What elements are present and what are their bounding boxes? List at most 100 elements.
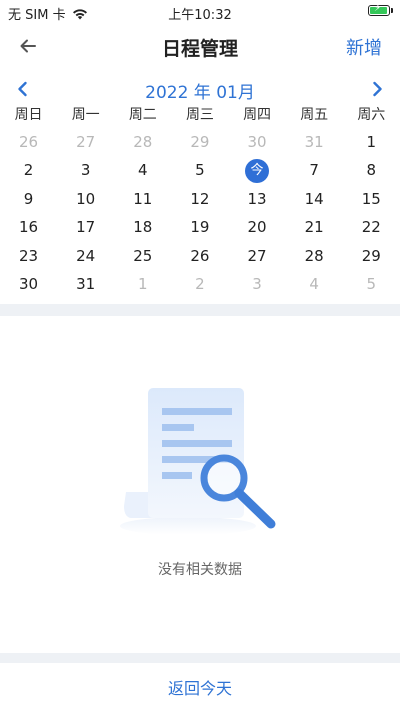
calendar-day-today[interactable]: 今	[229, 156, 286, 184]
day-number: 27	[247, 246, 267, 265]
day-number: 15	[361, 189, 381, 208]
calendar-day[interactable]: 22	[343, 213, 400, 241]
calendar-day[interactable]: 27	[229, 242, 286, 270]
day-number: 19	[190, 218, 210, 237]
calendar-day[interactable]: 30	[0, 270, 57, 298]
day-number: 21	[304, 218, 324, 237]
section-divider	[0, 304, 400, 316]
day-number: 2	[23, 161, 34, 180]
week-row: 23 24 25 26 27 28 29	[0, 242, 400, 270]
calendar-day[interactable]: 28	[114, 128, 171, 156]
day-number: 25	[133, 246, 153, 265]
weekday-label: 周三	[185, 107, 214, 123]
calendar-day[interactable]: 29	[171, 128, 228, 156]
calendar-day[interactable]: 8	[343, 156, 400, 184]
day-number: 4	[309, 274, 319, 293]
calendar-day[interactable]: 31	[286, 128, 343, 156]
nav-bar: 日程管理 新增	[0, 24, 400, 68]
day-number: 7	[309, 161, 319, 180]
month-selector: 2022 年 01月	[0, 76, 400, 103]
calendar-day[interactable]: 1	[114, 270, 171, 298]
day-number: 5	[195, 161, 205, 180]
week-row: 9 10 11 12 13 14 15	[0, 185, 400, 213]
status-time: 上午10:32	[168, 8, 232, 23]
day-number: 28	[133, 133, 153, 151]
weekday-label: 周日	[14, 107, 43, 123]
week-row: 26 27 28 29 30 31 1	[0, 128, 400, 156]
calendar-day[interactable]: 16	[0, 213, 57, 241]
calendar-day[interactable]: 15	[343, 185, 400, 213]
calendar-day[interactable]: 7	[286, 156, 343, 184]
calendar-day[interactable]: 27	[57, 128, 114, 156]
day-number: 23	[19, 246, 39, 265]
calendar-day[interactable]: 4	[286, 270, 343, 298]
day-number: 28	[304, 246, 324, 265]
calendar-day[interactable]: 19	[171, 213, 228, 241]
weekday-label: 周六	[357, 107, 386, 123]
calendar-day[interactable]: 26	[171, 242, 228, 270]
empty-state-message: 没有相关数据	[158, 562, 242, 578]
week-row: 30 31 1 2 3 4 5	[0, 270, 400, 298]
calendar-day[interactable]: 23	[0, 242, 57, 270]
day-number: 31	[304, 133, 324, 151]
day-number: 8	[366, 161, 377, 180]
calendar-day[interactable]: 24	[57, 242, 114, 270]
day-number: 31	[76, 274, 96, 293]
calendar-day[interactable]: 12	[171, 185, 228, 213]
day-number: 30	[19, 274, 39, 293]
week-row: 16 17 18 19 20 21 22	[0, 213, 400, 241]
calendar-day[interactable]: 2	[0, 156, 57, 184]
calendar-grid: 26 27 28 29 30 31 1 2 3 4 5 今 7 8 9 10 11 12 13 14 15 16 17 18 1…	[0, 128, 400, 298]
calendar-day[interactable]: 17	[57, 213, 114, 241]
calendar-day[interactable]: 30	[229, 128, 286, 156]
calendar-day[interactable]: 10	[57, 185, 114, 213]
calendar-day[interactable]: 1	[343, 128, 400, 156]
calendar-day[interactable]: 3	[57, 156, 114, 184]
day-number: 2	[195, 274, 205, 293]
day-number: 今	[245, 158, 270, 183]
calendar-day[interactable]: 26	[0, 128, 57, 156]
calendar-day[interactable]: 5	[171, 156, 228, 184]
calendar-day[interactable]: 29	[343, 242, 400, 270]
day-number: 29	[190, 133, 210, 151]
calendar-day[interactable]: 20	[229, 213, 286, 241]
calendar-day[interactable]: 3	[229, 270, 286, 298]
calendar-day[interactable]: 11	[114, 185, 171, 213]
calendar-day[interactable]: 4	[114, 156, 171, 184]
calendar-day[interactable]: 25	[114, 242, 171, 270]
month-label: 2022 年 01月	[145, 83, 255, 103]
day-number: 12	[190, 189, 210, 208]
calendar-day[interactable]: 14	[286, 185, 343, 213]
calendar-day[interactable]: 9	[0, 185, 57, 213]
calendar-day[interactable]: 21	[286, 213, 343, 241]
day-number: 13	[247, 189, 267, 208]
prev-month-button[interactable]	[12, 78, 34, 100]
day-number: 10	[76, 189, 96, 208]
chevron-left-icon	[18, 81, 27, 97]
back-button[interactable]	[14, 32, 42, 60]
calendar-day[interactable]: 2	[171, 270, 228, 298]
day-number: 27	[76, 133, 96, 151]
arrow-left-icon	[20, 39, 36, 53]
day-number: 24	[76, 246, 96, 265]
weekday-label: 周一	[71, 107, 100, 123]
day-number: 9	[23, 189, 34, 208]
weekday-label: 周二	[128, 107, 157, 123]
weekday-label: 周四	[243, 107, 272, 123]
back-to-today-button[interactable]: 返回今天	[0, 675, 400, 699]
day-number: 4	[138, 161, 148, 180]
weekday-label: 周五	[300, 107, 329, 123]
next-month-button[interactable]	[366, 78, 388, 100]
day-number: 29	[361, 246, 381, 265]
calendar-day[interactable]: 5	[343, 270, 400, 298]
day-number: 20	[247, 218, 267, 237]
calendar-day[interactable]: 13	[229, 185, 286, 213]
calendar-day[interactable]: 28	[286, 242, 343, 270]
calendar-day[interactable]: 18	[114, 213, 171, 241]
day-number: 26	[19, 133, 39, 151]
day-number: 16	[19, 218, 39, 237]
day-number: 17	[76, 218, 96, 237]
add-button[interactable]: 新增	[346, 34, 382, 60]
week-row: 2 3 4 5 今 7 8	[0, 156, 400, 184]
calendar-day[interactable]: 31	[57, 270, 114, 298]
